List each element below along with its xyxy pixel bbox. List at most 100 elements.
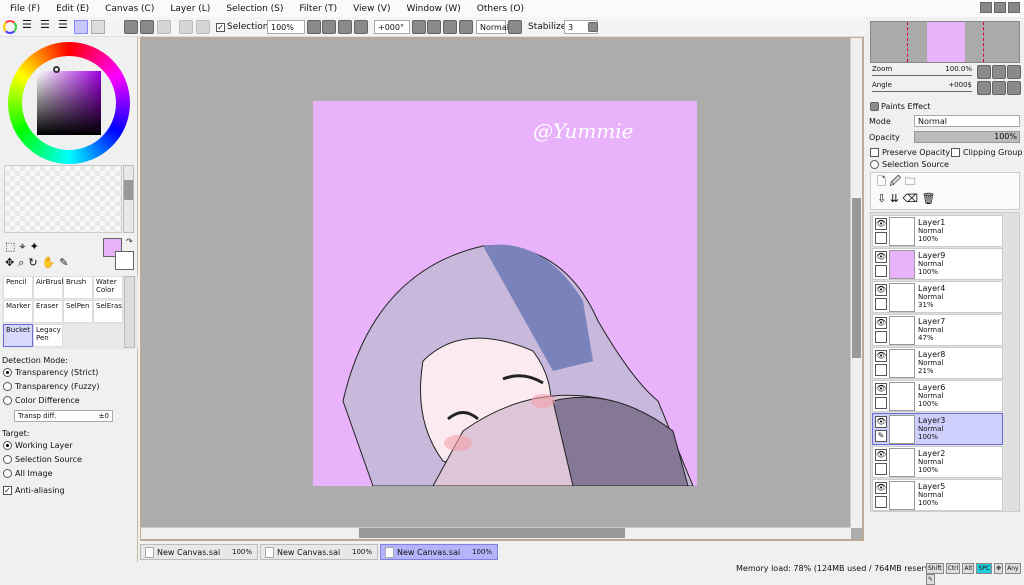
- selection-toggle[interactable]: ✓ Selection: [216, 20, 268, 34]
- layer-row[interactable]: 👁 Layer6 Normal 100%: [872, 380, 1003, 412]
- menu-view[interactable]: View (V): [353, 4, 390, 14]
- visibility-eye-icon[interactable]: 👁: [875, 317, 887, 329]
- new-layer-icon[interactable]: 🗋: [877, 175, 886, 188]
- opacity-slider[interactable]: 100%: [914, 131, 1020, 143]
- lock-toggle[interactable]: [875, 496, 887, 508]
- nav-zoom-slider[interactable]: Zoom 100.0%: [872, 65, 972, 76]
- radio-transparency-strict[interactable]: Transparency (Strict): [3, 368, 98, 377]
- lock-toggle[interactable]: [875, 364, 887, 376]
- menu-selection[interactable]: Selection (S): [226, 4, 283, 14]
- menu-layer[interactable]: Layer (L): [170, 4, 210, 14]
- document-tab[interactable]: New Canvas.sai 100%: [260, 544, 378, 560]
- swatch-scrollbar[interactable]: [123, 165, 134, 233]
- lock-toggle[interactable]: [875, 265, 887, 277]
- tool-legacy-pen[interactable]: Legacy Pen: [33, 324, 63, 347]
- selection-source-toggle[interactable]: Selection Source: [870, 160, 949, 169]
- saturation-value-square[interactable]: [37, 71, 101, 135]
- minimize-button[interactable]: [980, 2, 992, 13]
- antialiasing-checkbox[interactable]: ✓ Anti-aliasing: [3, 486, 65, 495]
- visibility-eye-icon[interactable]: 👁: [875, 416, 887, 428]
- mixer-tab-icon[interactable]: ☰: [58, 18, 68, 32]
- visibility-eye-icon[interactable]: 👁: [875, 383, 887, 395]
- menu-window[interactable]: Window (W): [406, 4, 460, 14]
- blend-mode-field[interactable]: Normal: [476, 20, 509, 34]
- tool-brush[interactable]: Brush: [63, 276, 93, 299]
- transp-diff-slider[interactable]: Transp diff. ±0: [14, 410, 113, 422]
- tool-airbrush[interactable]: AirBrush: [33, 276, 66, 299]
- radio-color-difference[interactable]: Color Difference: [3, 396, 80, 405]
- visibility-eye-icon[interactable]: 👁: [875, 449, 887, 461]
- nav-rotate-right-button[interactable]: [992, 81, 1006, 95]
- color-wheel[interactable]: [8, 42, 130, 164]
- tool-scrollbar[interactable]: [124, 276, 135, 348]
- clear-layer-icon[interactable]: ⌫: [902, 192, 918, 205]
- lock-toggle[interactable]: [875, 298, 887, 310]
- swatches-tab-icon[interactable]: [74, 20, 88, 34]
- document-tab[interactable]: New Canvas.sai 100%: [140, 544, 258, 560]
- invert-selection-icon[interactable]: [196, 20, 210, 34]
- visibility-eye-icon[interactable]: 👁: [875, 350, 887, 362]
- radio-all-image[interactable]: All Image: [3, 469, 53, 478]
- layer-row[interactable]: 👁 ✎ Layer3 Normal 100%: [872, 413, 1003, 445]
- menu-edit[interactable]: Edit (E): [56, 4, 89, 14]
- panel-menu-button[interactable]: [124, 20, 138, 34]
- rgb-slider-tab-icon[interactable]: ☰: [22, 18, 32, 32]
- lock-toggle[interactable]: [875, 331, 887, 343]
- rotate-left-button[interactable]: [427, 20, 441, 34]
- maximize-button[interactable]: [994, 2, 1006, 13]
- layer-row[interactable]: 👁 Layer8 Normal 21%: [872, 347, 1003, 379]
- swatch-grid[interactable]: [4, 165, 122, 233]
- angle-dropdown-button[interactable]: [412, 20, 426, 34]
- paints-effect-toggle[interactable]: Paints Effect: [870, 102, 931, 111]
- nav-rotate-reset-button[interactable]: [1007, 81, 1021, 95]
- transfer-down-icon[interactable]: ⇩: [877, 192, 886, 205]
- nav-zoom-out-button[interactable]: [977, 65, 991, 79]
- layer-row[interactable]: 👁 Layer9 Normal 100%: [872, 248, 1003, 280]
- vertical-scrollbar[interactable]: [850, 38, 862, 528]
- menu-canvas[interactable]: Canvas (C): [105, 4, 154, 14]
- zoom-out-button[interactable]: [322, 20, 336, 34]
- angle-field[interactable]: +000°: [374, 20, 410, 34]
- radio-selection-source[interactable]: Selection Source: [3, 455, 82, 464]
- horizontal-scrollbar[interactable]: [141, 527, 851, 539]
- tool-seleras[interactable]: SelEras: [93, 300, 123, 323]
- close-button[interactable]: [1008, 2, 1020, 13]
- radio-transparency-fuzzy[interactable]: Transparency (Fuzzy): [3, 382, 100, 391]
- new-linework-layer-icon[interactable]: 🖉: [889, 175, 901, 188]
- lock-toggle[interactable]: [875, 397, 887, 409]
- blend-mode-select[interactable]: Normal: [914, 115, 1020, 127]
- canvas-viewport[interactable]: @Yummie: [140, 37, 864, 541]
- layer-row[interactable]: 👁 Layer2 Normal 100%: [872, 446, 1003, 478]
- stabilizer-dropdown-button[interactable]: [588, 22, 598, 32]
- scratchpad-tab-icon[interactable]: [91, 20, 105, 34]
- visibility-eye-icon[interactable]: 👁: [875, 482, 887, 494]
- tool-marker[interactable]: Marker: [3, 300, 33, 323]
- delete-layer-icon[interactable]: 🗑: [922, 192, 936, 205]
- nav-rotate-left-button[interactable]: [977, 81, 991, 95]
- swap-colors-icon[interactable]: ↷: [126, 237, 133, 246]
- lock-toggle[interactable]: [875, 232, 887, 244]
- layer-row[interactable]: 👁 Layer5 Normal 100%: [872, 479, 1003, 511]
- zoom-reset-button[interactable]: [354, 20, 368, 34]
- lock-toggle[interactable]: [875, 463, 887, 475]
- redo-icon[interactable]: [157, 20, 171, 34]
- tool-selpen[interactable]: SelPen: [63, 300, 93, 323]
- preserve-opacity-checkbox[interactable]: Preserve Opacity: [870, 148, 950, 157]
- hue-handle[interactable]: [53, 66, 60, 73]
- secondary-color-swatch[interactable]: [115, 251, 134, 270]
- tool-pencil[interactable]: Pencil: [3, 276, 33, 299]
- visibility-eye-icon[interactable]: 👁: [875, 218, 887, 230]
- radio-working-layer[interactable]: Working Layer: [3, 441, 72, 450]
- merge-down-icon[interactable]: ⇊: [890, 192, 899, 205]
- menu-file[interactable]: File (F): [10, 4, 40, 14]
- selection-tools[interactable]: ⬚⌖✦ ✥⌕↻✋✎: [5, 239, 73, 271]
- document-tab-active[interactable]: New Canvas.sai 100%: [380, 544, 498, 560]
- menu-others[interactable]: Others (O): [477, 4, 524, 14]
- layer-row[interactable]: 👁 Layer4 Normal 31%: [872, 281, 1003, 313]
- new-folder-icon[interactable]: 🗀: [905, 175, 916, 188]
- zoom-field[interactable]: 100%: [267, 20, 305, 34]
- tool-eraser[interactable]: Eraser: [33, 300, 63, 323]
- rotate-reset-button[interactable]: [459, 20, 473, 34]
- nav-zoom-reset-button[interactable]: [1007, 65, 1021, 79]
- clipping-group-checkbox[interactable]: Clipping Group: [951, 148, 1022, 157]
